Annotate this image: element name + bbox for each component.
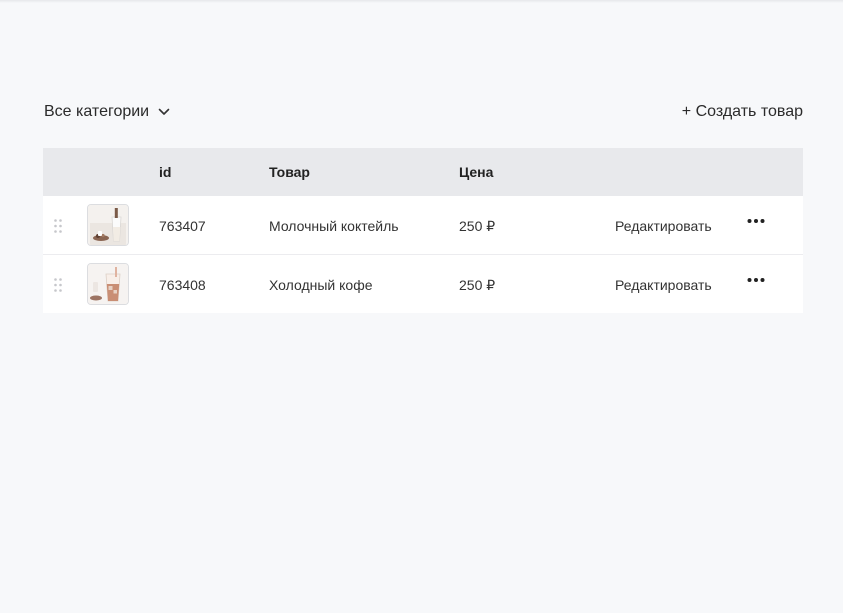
product-price: 250 ₽ xyxy=(459,218,496,234)
product-price: 250 ₽ xyxy=(459,277,496,293)
product-name: Холодный кофе xyxy=(269,277,373,293)
product-thumbnail xyxy=(87,204,129,246)
chevron-down-icon xyxy=(158,108,170,115)
column-header-id: id xyxy=(159,164,172,180)
table-header: id Товар Цена xyxy=(43,148,803,196)
edit-product-button[interactable]: Редактировать xyxy=(615,277,712,293)
drag-handle-icon[interactable] xyxy=(54,219,62,233)
category-filter-dropdown[interactable]: Все категории xyxy=(44,103,170,121)
product-thumbnail xyxy=(87,263,129,305)
more-horizontal-icon[interactable] xyxy=(747,218,765,224)
column-header-price: Цена xyxy=(459,164,494,180)
column-header-product: Товар xyxy=(269,164,310,180)
edit-product-button[interactable]: Редактировать xyxy=(615,218,712,234)
table-row[interactable]: 763408 Холодный кофе 250 ₽ Редактировать xyxy=(43,254,803,313)
product-id: 763408 xyxy=(159,277,206,293)
product-id: 763407 xyxy=(159,218,206,234)
more-horizontal-icon[interactable] xyxy=(747,277,765,283)
top-shadow xyxy=(0,0,843,3)
toolbar: Все категории + Создать товар xyxy=(44,100,803,124)
table-row[interactable]: 763407 Молочный коктейль 250 ₽ Редактиро… xyxy=(43,196,803,254)
products-table: id Товар Цена 763407 Молочный коктейль 2… xyxy=(43,148,803,313)
category-filter-label: Все категории xyxy=(44,103,150,120)
drag-handle-icon[interactable] xyxy=(54,278,62,292)
product-name: Молочный коктейль xyxy=(269,218,399,234)
create-product-button[interactable]: + Создать товар xyxy=(682,103,803,121)
